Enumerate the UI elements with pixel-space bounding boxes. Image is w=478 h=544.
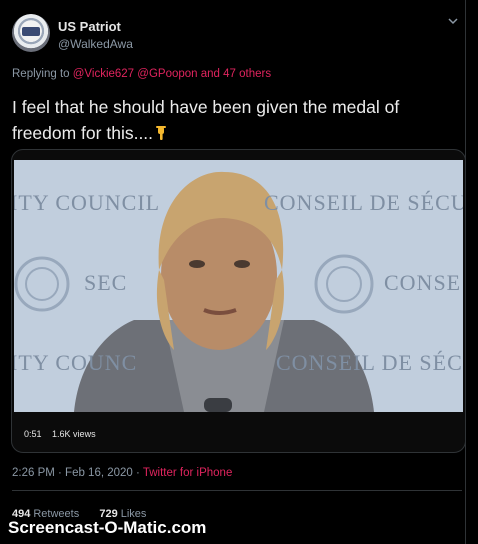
pointing-down-hand-emoji	[153, 122, 169, 140]
watermark: Screencast-O-Matic.com	[8, 518, 207, 537]
video-card[interactable]: ITY COUNCIL CONSEIL DE SÉCURIT SEC CONSE…	[11, 149, 466, 453]
timestamp[interactable]: 2:26 PM · Feb 16, 2020 ·	[12, 467, 140, 479]
backdrop-text: CONSEIL DE SÉCURIT	[264, 190, 463, 215]
backdrop-text: ITY COUNCIL	[14, 190, 161, 215]
backdrop-text: CONSE	[384, 270, 462, 295]
tweet-header: US Patriot @WalkedAwa	[12, 14, 462, 54]
tweet-text: I feel that he should have been given th…	[12, 94, 452, 146]
backdrop-text: SEC	[84, 270, 128, 295]
chevron-down-icon[interactable]	[444, 14, 462, 32]
user-name[interactable]: US Patriot	[58, 19, 121, 34]
divider	[12, 490, 462, 491]
replying-prefix: Replying to	[12, 68, 70, 80]
backdrop-text: ITY COUNC	[14, 350, 138, 375]
tweet-body: I feel that he should have been given th…	[12, 97, 400, 143]
video-views: 1.6K views	[52, 429, 96, 439]
avatar[interactable]	[12, 14, 50, 52]
user-handle[interactable]: @WalkedAwa	[58, 37, 133, 51]
reply-mentions[interactable]: @Vickie627 @GPoopon and 47 others	[73, 68, 271, 80]
avatar-emblem	[22, 27, 40, 36]
replying-to: Replying to @Vickie627 @GPoopon and 47 o…	[12, 68, 271, 80]
backdrop-text: CONSEIL DE SÉCURIT	[276, 350, 463, 375]
tweet-meta: 2:26 PM · Feb 16, 2020 · Twitter for iPh…	[12, 467, 232, 479]
video-info: 0:51 1.6K views	[24, 429, 104, 439]
video-duration: 0:51	[24, 429, 42, 439]
tweet-source[interactable]: Twitter for iPhone	[143, 467, 232, 479]
video-player[interactable]: ITY COUNCIL CONSEIL DE SÉCURIT SEC CONSE…	[14, 160, 463, 412]
